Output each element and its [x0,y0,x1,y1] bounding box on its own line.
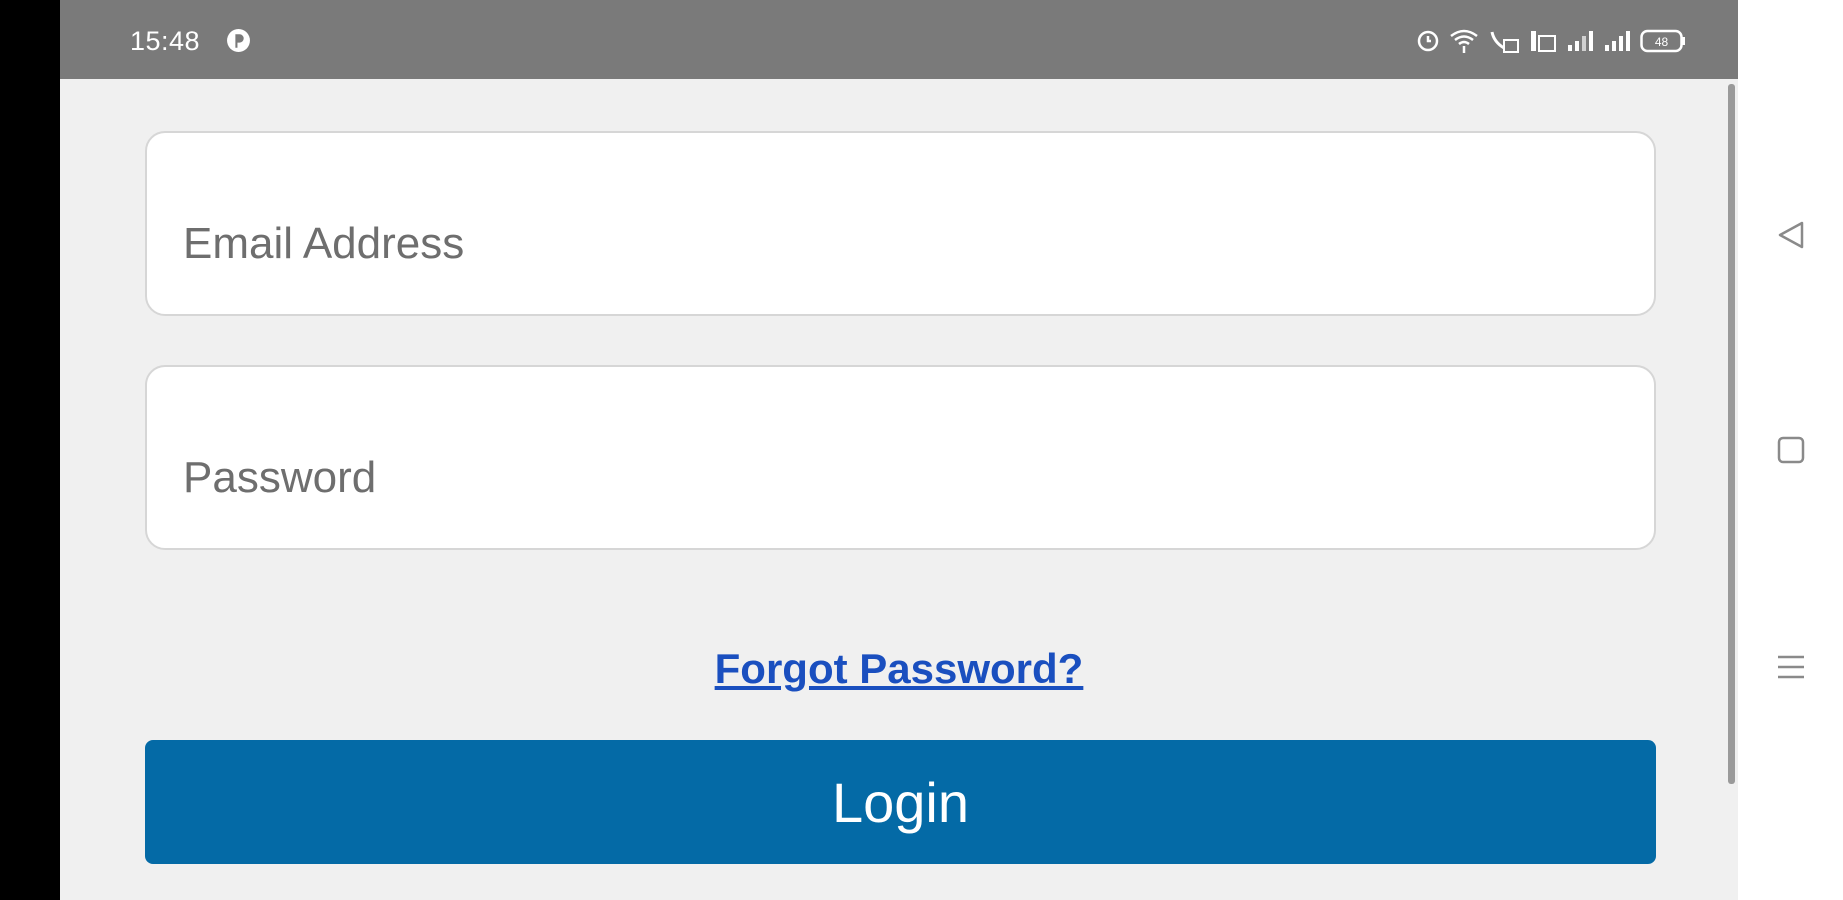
back-icon [1778,221,1804,249]
home-button[interactable] [1766,425,1816,475]
wifi-icon [1450,29,1478,53]
recents-button[interactable] [1766,642,1816,692]
email-field[interactable] [145,131,1656,316]
app-screen: 15:48 48 Email Address Forgot Password? … [60,0,1738,900]
volte-icon [1490,31,1519,53]
login-button[interactable]: Login [145,740,1656,864]
forgot-password-link[interactable]: Forgot Password? [60,645,1738,693]
signal-icon-2 [1605,31,1630,51]
status-icons: 48 [1416,26,1686,56]
signal-icon-1 [1568,31,1593,51]
data-icon [1531,31,1556,52]
back-button[interactable] [1766,210,1816,260]
battery-icon: 48 [1640,29,1685,53]
scrollbar[interactable] [1728,84,1735,784]
password-field[interactable] [145,365,1656,550]
battery-level: 48 [1655,35,1669,49]
system-nav-bar [1738,0,1843,900]
status-time: 15:48 [130,26,201,56]
alarm-icon [1417,30,1439,52]
notification-icon [227,29,250,52]
status-bar: 15:48 48 [60,0,1738,79]
menu-icon [1778,655,1804,679]
left-bezel [0,0,60,900]
home-icon [1777,436,1805,464]
